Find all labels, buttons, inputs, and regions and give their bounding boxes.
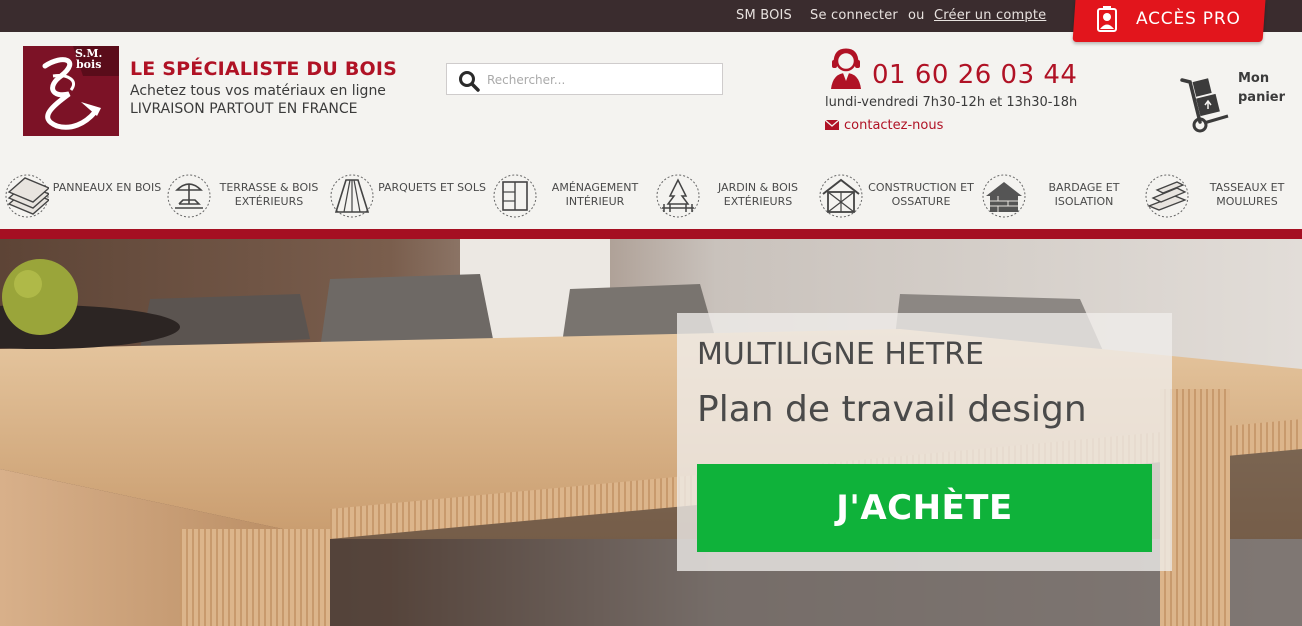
or-text: ou xyxy=(908,8,925,23)
login-link[interactable]: Se connecter xyxy=(810,8,898,23)
logo-emblem xyxy=(23,46,119,136)
search-input[interactable] xyxy=(487,70,717,90)
category-bardage[interactable]: BARDAGE ET ISOLATION xyxy=(977,168,1139,224)
terrace-icon xyxy=(167,174,211,218)
brand-title: LE SPÉCIALISTE DU BOIS xyxy=(130,58,398,80)
pro-access-label: ACCÈS PRO xyxy=(1136,9,1241,29)
brand-tagline: LIVRAISON PARTOUT EN FRANCE xyxy=(130,101,358,117)
hero-banner: MULTILIGNE HETRE Plan de travail design … xyxy=(0,239,1302,626)
category-nav: PANNEAUX EN BOIS TERRASSE & BOIS EXTÉRIE… xyxy=(0,168,1302,228)
category-parquets[interactable]: PARQUETS ET SOLS xyxy=(325,168,487,224)
header-divider xyxy=(0,229,1302,239)
search-icon[interactable] xyxy=(458,70,480,92)
operator-icon xyxy=(831,48,861,89)
category-tasseaux[interactable]: TASSEAUX ET MOULURES xyxy=(1140,168,1302,224)
promo-card: MULTILIGNE HETRE Plan de travail design … xyxy=(677,313,1172,571)
hand-truck-cart-icon[interactable] xyxy=(1178,76,1230,134)
contact-link[interactable]: contactez-nous xyxy=(825,118,943,133)
battens-icon xyxy=(1145,174,1189,218)
cart-label[interactable]: Mon panier xyxy=(1238,69,1298,107)
logo-text: S.M. bois xyxy=(75,47,103,71)
garden-icon xyxy=(656,174,700,218)
buy-now-button[interactable]: J'ACHÈTE xyxy=(697,464,1152,552)
promo-headline: Plan de travail design xyxy=(697,389,1087,430)
register-link[interactable]: Créer un compte xyxy=(934,8,1046,23)
phone-number[interactable]: 01 60 26 03 44 xyxy=(872,60,1077,90)
opening-hours: lundi-vendredi 7h30-12h et 13h30-18h xyxy=(825,95,1078,110)
category-terrasse[interactable]: TERRASSE & BOIS EXTÉRIEURS xyxy=(162,168,324,224)
category-amenagement[interactable]: AMÉNAGEMENT INTÉRIEUR xyxy=(488,168,650,224)
category-jardin[interactable]: JARDIN & BOIS EXTÉRIEURS xyxy=(651,168,813,224)
contact-label: contactez-nous xyxy=(844,118,944,133)
cabinet-icon xyxy=(493,174,537,218)
site-logo[interactable]: S.M. bois xyxy=(23,46,119,136)
brand-subtitle: Achetez tous vos matériaux en ligne xyxy=(130,83,386,99)
promo-product-name: MULTILIGNE HETRE xyxy=(697,337,984,372)
brand-block: LE SPÉCIALISTE DU BOIS Achetez tous vos … xyxy=(130,58,397,117)
pro-access-button[interactable]: ACCÈS PRO xyxy=(1072,0,1266,42)
parquet-icon xyxy=(330,174,374,218)
category-panneaux[interactable]: PANNEAUX EN BOIS xyxy=(0,168,162,224)
house-frame-icon xyxy=(819,174,863,218)
category-label: TERRASSE & BOIS EXTÉRIEURS xyxy=(219,181,319,208)
search-box xyxy=(446,63,723,95)
category-label: BARDAGE ET ISOLATION xyxy=(1048,181,1120,208)
category-label: JARDIN & BOIS EXTÉRIEURS xyxy=(718,181,798,208)
category-label: CONSTRUCTION ET OSSATURE xyxy=(868,181,974,208)
mail-icon xyxy=(825,120,839,130)
category-label: PANNEAUX EN BOIS xyxy=(52,181,162,194)
panels-icon xyxy=(5,174,49,218)
category-label: AMÉNAGEMENT INTÉRIEUR xyxy=(551,181,639,208)
category-label: TASSEAUX ET MOULURES xyxy=(1209,181,1285,208)
cladding-icon xyxy=(982,174,1026,218)
category-construction[interactable]: CONSTRUCTION ET OSSATURE xyxy=(814,168,976,224)
brand-link[interactable]: SM BOIS xyxy=(736,8,792,23)
category-label: PARQUETS ET SOLS xyxy=(378,181,486,194)
user-pro-icon xyxy=(1097,6,1117,32)
